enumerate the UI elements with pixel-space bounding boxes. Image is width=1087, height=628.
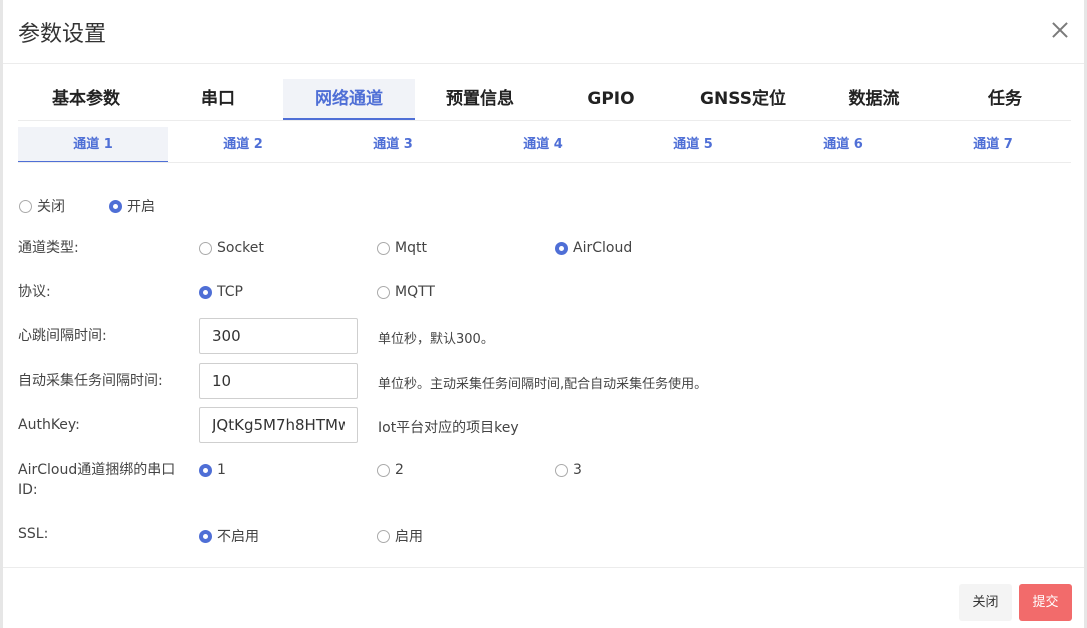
channel-tabs: 通道 1 通道 2 通道 3 通道 4 通道 5 通道 6 通道 7 — [18, 127, 1071, 163]
auto-collect-input[interactable] — [199, 363, 358, 399]
radio-checked-icon — [199, 285, 212, 299]
radio-aircloud[interactable]: AirCloud — [555, 240, 632, 256]
radio-checked-icon — [109, 199, 122, 213]
heartbeat-input[interactable] — [199, 318, 358, 354]
radio-disable[interactable]: 关闭 — [19, 196, 65, 216]
radio-socket[interactable]: Socket — [199, 240, 264, 256]
radio-label: AirCloud — [573, 240, 633, 256]
radio-label: 启用 — [395, 529, 423, 545]
channel-tabs-divider — [18, 162, 1071, 163]
radio-circle-icon — [377, 529, 390, 543]
radio-label: TCP — [217, 284, 243, 300]
radio-circle-icon — [377, 463, 390, 477]
auto-collect-hint: 单位秒。主动采集任务间隔时间,配合自动采集任务使用。 — [378, 377, 708, 392]
radio-mqtt-protocol[interactable]: MQTT — [377, 284, 435, 300]
radio-label: 关闭 — [37, 199, 65, 215]
radio-enable[interactable]: 开启 — [109, 196, 155, 216]
tab-gpio[interactable]: GPIO — [545, 79, 677, 120]
close-icon[interactable] — [1050, 20, 1070, 40]
tab-preset-info[interactable]: 预置信息 — [415, 79, 545, 120]
radio-label: Socket — [217, 240, 264, 256]
tab-channel-5[interactable]: 通道 5 — [618, 127, 768, 163]
radio-circle-icon — [19, 199, 32, 213]
ssl-label: SSL: — [18, 526, 49, 542]
authkey-input[interactable] — [199, 407, 358, 443]
radio-circle-icon — [377, 241, 390, 255]
radio-tcp[interactable]: TCP — [199, 284, 243, 300]
tab-channel-4[interactable]: 通道 4 — [468, 127, 618, 163]
heartbeat-hint: 单位秒，默认300。 — [378, 332, 494, 347]
radio-label: MQTT — [395, 284, 435, 300]
tab-channel-3[interactable]: 通道 3 — [318, 127, 468, 163]
tab-gnss[interactable]: GNSS定位 — [677, 79, 809, 120]
authkey-label: AuthKey: — [18, 417, 80, 433]
tab-basic-params[interactable]: 基本参数 — [18, 79, 154, 120]
tab-channel-1[interactable]: 通道 1 — [18, 127, 168, 163]
tab-serial[interactable]: 串口 — [154, 79, 282, 120]
radio-ssl-off[interactable]: 不启用 — [199, 526, 259, 546]
main-tabs: 基本参数 串口 网络通道 预置信息 GPIO GNSS定位 数据流 任务 — [18, 79, 1071, 120]
submit-button[interactable]: 提交 — [1019, 584, 1072, 621]
radio-serial-3[interactable]: 3 — [555, 462, 582, 478]
radio-label: 不启用 — [217, 529, 259, 545]
radio-label: 2 — [395, 462, 404, 478]
channel-type-label: 通道类型: — [18, 240, 79, 256]
dialog-title: 参数设置 — [18, 22, 107, 47]
dialog-header: 参数设置 — [3, 0, 1084, 64]
serial-id-label: AirCloud通道捆绑的串口ID: — [18, 462, 176, 498]
tab-data-stream[interactable]: 数据流 — [809, 79, 939, 120]
close-button[interactable]: 关闭 — [959, 584, 1012, 621]
radio-checked-icon — [199, 529, 212, 543]
tab-channel-7[interactable]: 通道 7 — [918, 127, 1068, 163]
radio-label: 3 — [573, 462, 582, 478]
parameter-settings-dialog: 参数设置 基本参数 串口 网络通道 预置信息 GPIO GNSS定位 数据流 任… — [0, 0, 1087, 628]
footer-divider — [3, 567, 1084, 568]
radio-circle-icon — [199, 241, 212, 255]
radio-circle-icon — [555, 463, 568, 477]
radio-serial-2[interactable]: 2 — [377, 462, 404, 478]
radio-label: Mqtt — [395, 240, 427, 256]
heartbeat-label: 心跳间隔时间: — [18, 328, 107, 344]
radio-checked-icon — [199, 463, 212, 477]
radio-checked-icon — [555, 241, 568, 255]
protocol-label: 协议: — [18, 284, 51, 300]
radio-circle-icon — [377, 285, 390, 299]
radio-label: 开启 — [127, 199, 155, 215]
radio-serial-1[interactable]: 1 — [199, 462, 226, 478]
auto-collect-label: 自动采集任务间隔时间: — [18, 373, 163, 389]
radio-label: 1 — [217, 462, 226, 478]
main-tabs-divider — [18, 120, 1071, 121]
tab-network-channel[interactable]: 网络通道 — [283, 79, 415, 120]
radio-ssl-on[interactable]: 启用 — [377, 526, 423, 546]
tab-channel-6[interactable]: 通道 6 — [768, 127, 918, 163]
tab-tasks[interactable]: 任务 — [939, 79, 1071, 120]
tab-channel-2[interactable]: 通道 2 — [168, 127, 318, 163]
authkey-hint: Iot平台对应的项目key — [378, 420, 519, 436]
radio-mqtt[interactable]: Mqtt — [377, 240, 427, 256]
